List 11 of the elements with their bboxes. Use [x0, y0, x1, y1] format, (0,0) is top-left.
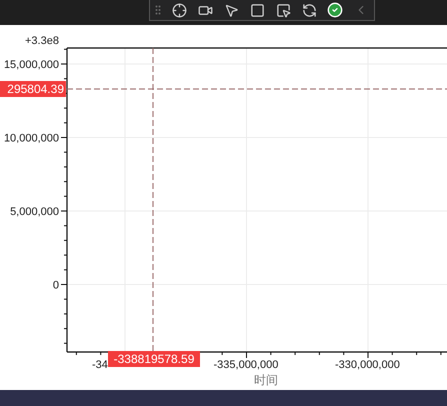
x-axis-title: 时间 [254, 373, 278, 387]
y-tick-label: 15,000,000 [4, 59, 59, 71]
crosshair-x-label: -338819578.59 [108, 351, 200, 367]
crosshair-y-label: 295804.39 [0, 81, 66, 97]
y-tick-label: 5,000,000 [10, 206, 59, 218]
x-tick-label: -335,000,000 [214, 359, 278, 371]
axis-offset-label: +3.3e8 [25, 35, 59, 47]
x-tick-label: -330,000,000 [335, 359, 400, 371]
y-tick-label: 10,000,000 [4, 132, 59, 144]
x-tick-label: -34 [92, 359, 108, 371]
y-tick-label: 0 [52, 280, 59, 292]
